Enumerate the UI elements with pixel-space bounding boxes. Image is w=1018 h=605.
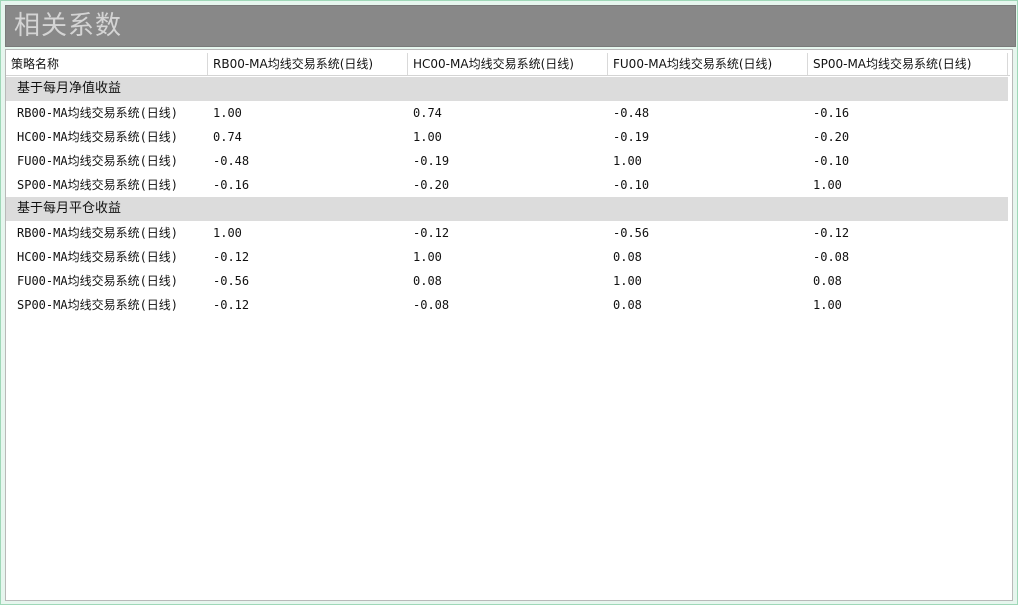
correlation-value: -0.56 [213, 274, 250, 288]
table-row[interactable]: FU00-MA均线交易系统(日线) -0.48 -0.19 1.00 -0.10 [6, 149, 1008, 173]
correlation-value: 1.00 [413, 250, 442, 264]
correlation-value: -0.12 [813, 226, 850, 240]
correlation-value: -0.16 [813, 106, 850, 120]
row-strategy-name: HC00-MA均线交易系统(日线) [17, 130, 179, 144]
column-header-fu00[interactable]: FU00-MA均线交易系统(日线) [608, 53, 808, 75]
correlation-value: -0.10 [813, 154, 850, 168]
correlation-value: 0.74 [213, 130, 242, 144]
correlation-value: -0.19 [613, 130, 650, 144]
title-bar: 相关系数 [5, 5, 1016, 47]
correlation-value: -0.48 [213, 154, 250, 168]
table-row[interactable]: SP00-MA均线交易系统(日线) -0.12 -0.08 0.08 1.00 [6, 293, 1008, 317]
correlation-value: -0.08 [813, 250, 850, 264]
correlation-table[interactable]: 策略名称 RB00-MA均线交易系统(日线) HC00-MA均线交易系统(日线)… [5, 49, 1013, 601]
correlation-value: -0.19 [413, 154, 450, 168]
group-row-closing-profit[interactable]: 基于每月平仓收益 [6, 197, 1008, 221]
column-header-sp00[interactable]: SP00-MA均线交易系统(日线) [808, 53, 1008, 75]
correlation-value: 0.08 [813, 274, 842, 288]
row-strategy-name: SP00-MA均线交易系统(日线) [17, 298, 179, 312]
correlation-value: 0.08 [613, 250, 642, 264]
table-row[interactable]: HC00-MA均线交易系统(日线) -0.12 1.00 0.08 -0.08 [6, 245, 1008, 269]
correlation-value: -0.56 [613, 226, 650, 240]
correlation-value: -0.20 [413, 178, 450, 192]
correlation-value: -0.20 [813, 130, 850, 144]
correlation-value: 1.00 [213, 106, 242, 120]
correlation-value: 0.74 [413, 106, 442, 120]
correlation-value: 1.00 [813, 298, 842, 312]
correlation-value: -0.12 [413, 226, 450, 240]
column-header-rb00[interactable]: RB00-MA均线交易系统(日线) [208, 53, 408, 75]
correlation-value: -0.10 [613, 178, 650, 192]
correlation-value: 1.00 [613, 274, 642, 288]
correlation-window: 相关系数 策略名称 RB00-MA均线交易系统(日线) HC00-MA均线交易系… [0, 0, 1018, 605]
correlation-value: 0.08 [413, 274, 442, 288]
correlation-value: -0.12 [213, 250, 250, 264]
window-title: 相关系数 [14, 11, 123, 41]
row-strategy-name: FU00-MA均线交易系统(日线) [17, 154, 179, 168]
group-label: 基于每月平仓收益 [17, 201, 122, 216]
group-label: 基于每月净值收益 [17, 81, 122, 96]
table-row[interactable]: SP00-MA均线交易系统(日线) -0.16 -0.20 -0.10 1.00 [6, 173, 1008, 197]
correlation-value: 0.08 [613, 298, 642, 312]
table-row[interactable]: RB00-MA均线交易系统(日线) 1.00 -0.12 -0.56 -0.12 [6, 221, 1008, 245]
row-strategy-name: FU00-MA均线交易系统(日线) [17, 274, 179, 288]
table-row[interactable]: HC00-MA均线交易系统(日线) 0.74 1.00 -0.19 -0.20 [6, 125, 1008, 149]
correlation-value: 1.00 [213, 226, 242, 240]
row-strategy-name: SP00-MA均线交易系统(日线) [17, 178, 179, 192]
column-header-hc00[interactable]: HC00-MA均线交易系统(日线) [408, 53, 608, 75]
correlation-value: -0.08 [413, 298, 450, 312]
table-body: 基于每月净值收益 RB00-MA均线交易系统(日线) 1.00 0.74 -0.… [6, 77, 1010, 317]
correlation-value: 1.00 [613, 154, 642, 168]
correlation-value: 1.00 [813, 178, 842, 192]
row-strategy-name: RB00-MA均线交易系统(日线) [17, 226, 179, 240]
group-row-net-value[interactable]: 基于每月净值收益 [6, 77, 1008, 101]
table-row[interactable]: RB00-MA均线交易系统(日线) 1.00 0.74 -0.48 -0.16 [6, 101, 1008, 125]
row-strategy-name: HC00-MA均线交易系统(日线) [17, 250, 179, 264]
table-row[interactable]: FU00-MA均线交易系统(日线) -0.56 0.08 1.00 0.08 [6, 269, 1008, 293]
correlation-value: 1.00 [413, 130, 442, 144]
correlation-value: -0.12 [213, 298, 250, 312]
table-header: 策略名称 RB00-MA均线交易系统(日线) HC00-MA均线交易系统(日线)… [6, 53, 1010, 76]
row-strategy-name: RB00-MA均线交易系统(日线) [17, 106, 179, 120]
correlation-value: -0.16 [213, 178, 250, 192]
column-header-strategy-name[interactable]: 策略名称 [6, 53, 208, 75]
correlation-value: -0.48 [613, 106, 650, 120]
